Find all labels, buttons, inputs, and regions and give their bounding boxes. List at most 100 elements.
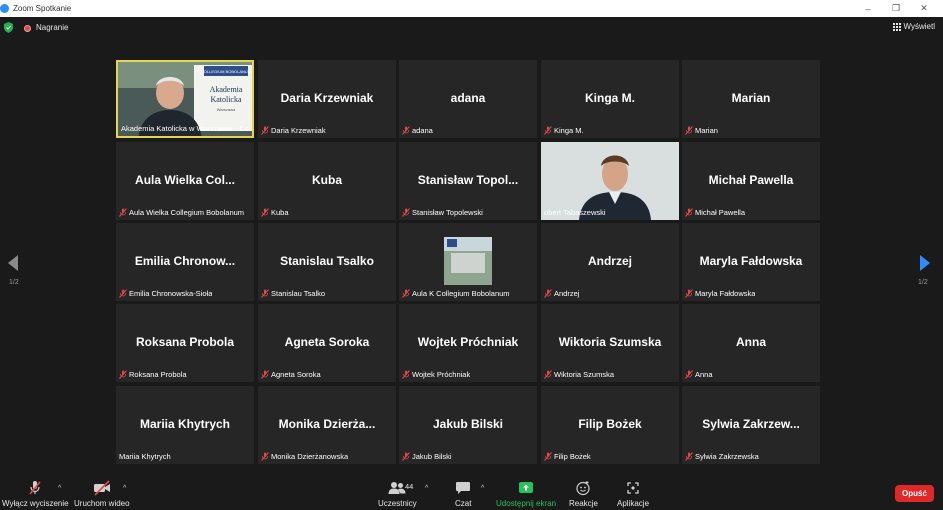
participants-options-caret-icon[interactable]: ^	[425, 485, 428, 492]
audio-options-caret-icon[interactable]: ^	[58, 485, 61, 492]
participant-tile[interactable]: Roksana Probola Roksana Probola	[116, 304, 254, 382]
participant-name: Akademia Katolicka w Warszawie - Co...	[121, 124, 254, 133]
participant-tile[interactable]: Maryla Fałdowska Maryla Fałdowska	[682, 223, 820, 301]
participant-tile[interactable]: adana adana	[399, 60, 537, 138]
participant-tile[interactable]: Anna Anna	[682, 304, 820, 382]
muted-microphone-icon	[685, 126, 693, 135]
apps-button[interactable]: Aplikacje	[617, 480, 649, 508]
participant-name: Filip Bożek	[554, 452, 591, 461]
participant-tile[interactable]: Agneta Soroka Agneta Soroka	[258, 304, 396, 382]
participant-name-caption: Stanislau Tsalko	[261, 289, 325, 298]
participant-name-caption: Akademia Katolicka w Warszawie - Co...	[121, 124, 254, 133]
participant-tile[interactable]: Sylwia Zakrzew... Sylwia Zakrzewska	[682, 386, 820, 464]
participant-display-name: Roksana Probola	[135, 335, 235, 349]
participant-tile[interactable]: Jakub Bilski Jakub Bilski	[399, 386, 537, 464]
minimize-icon[interactable]: –	[854, 0, 882, 17]
muted-microphone-icon	[402, 289, 410, 298]
participant-name-caption: Jakub Bilski	[402, 452, 452, 461]
svg-text:Akademia: Akademia	[210, 85, 243, 94]
meeting-topbar	[0, 17, 943, 39]
participant-name: Jakub Bilski	[412, 452, 452, 461]
participant-display-name: Anna	[736, 335, 766, 349]
participant-name-caption: Maryla Fałdowska	[685, 289, 755, 298]
shield-icon[interactable]	[4, 22, 13, 33]
participant-name-caption: obert Tabaszewski	[544, 208, 606, 217]
muted-microphone-icon	[119, 370, 127, 379]
video-options-caret-icon[interactable]: ^	[123, 485, 126, 492]
participant-name-caption: Monika Dzierżanowska	[261, 452, 348, 461]
muted-microphone-icon	[261, 370, 269, 379]
muted-microphone-icon	[119, 208, 127, 217]
participant-tile[interactable]: Kuba Kuba	[258, 142, 396, 220]
svg-text:Warszawa: Warszawa	[217, 107, 236, 112]
participant-tile[interactable]: Aula K Collegium Bobolanum	[399, 223, 537, 301]
participant-name-caption: Kuba	[261, 208, 289, 217]
participant-tile[interactable]: Stanisław Topol... Stanisław Topolewski	[399, 142, 537, 220]
participant-name-caption: Anna	[685, 370, 713, 379]
next-page-arrow-icon[interactable]	[920, 255, 930, 271]
participant-tile[interactable]: Daria Krzewniak Daria Krzewniak	[258, 60, 396, 138]
participant-tile[interactable]: Emilia Chronow... Emilia Chronowska-Sioła	[116, 223, 254, 301]
chat-button[interactable]: Czat	[455, 480, 471, 508]
participant-display-name: Michał Pawella	[708, 173, 794, 187]
previous-page-arrow-icon[interactable]	[8, 255, 18, 271]
window-titlebar: Zoom Spotkanie – ❐ ✕	[0, 0, 943, 17]
participant-name: Monika Dzierżanowska	[271, 452, 349, 461]
zoom-app-icon	[0, 4, 9, 13]
participant-tile[interactable]: Mariia Khytrych Mariia Khytrych	[116, 386, 254, 464]
grid-view-icon	[892, 22, 901, 31]
participant-tile[interactable]: Michał Pawella Michał Pawella	[682, 142, 820, 220]
participant-tile[interactable]: Wojtek Próchniak Wojtek Próchniak	[399, 304, 537, 382]
participant-name-caption: Sylwia Zakrzewska	[685, 452, 759, 461]
participant-display-name: Wojtek Próchniak	[417, 335, 519, 349]
participant-name-caption: Andrzej	[544, 289, 579, 298]
participant-name: Kuba	[271, 208, 289, 217]
muted-microphone-icon	[544, 126, 552, 135]
start-video-button[interactable]: Uruchom wideo	[74, 480, 130, 508]
participant-name-caption: Emilia Chronowska-Sioła	[119, 289, 212, 298]
participant-display-name: Kinga M.	[585, 91, 635, 105]
maximize-icon[interactable]: ❐	[882, 0, 910, 17]
participant-display-name: Stanisław Topol...	[417, 173, 519, 187]
participant-name-caption: Aula Wielka Collegium Bobolanum	[119, 208, 244, 217]
participant-tile[interactable]: Stanislau Tsalko Stanislau Tsalko	[258, 223, 396, 301]
participant-name: Kinga M.	[554, 126, 584, 135]
view-label: Wyświetl	[903, 22, 935, 31]
muted-microphone-icon	[261, 452, 269, 461]
participant-name: Aula K Collegium Bobolanum	[412, 289, 510, 298]
participant-tile[interactable]: Aula Wielka Col... Aula Wielka Collegium …	[116, 142, 254, 220]
recording-label[interactable]: Nagranie	[36, 23, 68, 32]
participant-tile[interactable]: Monika Dzierża... Monika Dzierżanowska	[258, 386, 396, 464]
apps-icon	[627, 482, 639, 494]
chat-label: Czat	[455, 499, 472, 508]
reactions-button[interactable]: Reakcje	[569, 480, 598, 508]
participant-display-name: Filip Bożek	[578, 417, 642, 431]
start-video-label: Uruchom wideo	[74, 499, 130, 508]
muted-microphone-icon	[402, 452, 410, 461]
participant-name-caption: Marian	[685, 126, 718, 135]
video-off-icon	[93, 480, 110, 496]
participant-name-caption: Michał Pawella	[685, 208, 745, 217]
participant-name: Anna	[695, 370, 713, 379]
participant-name-caption: Stanisław Topolewski	[402, 208, 483, 217]
recording-icon	[24, 25, 31, 32]
share-screen-button[interactable]: Udostępnij ekran	[496, 480, 556, 508]
reactions-label: Reakcje	[569, 499, 598, 508]
page-indicator-left: 1/2	[9, 279, 19, 286]
participant-display-name: Marian	[731, 91, 771, 105]
participant-tile[interactable]: Wiktoria Szumska Wiktoria Szumska	[541, 304, 679, 382]
participant-display-name: Maryla Fałdowska	[699, 254, 803, 268]
participant-tile[interactable]: obert Tabaszewski	[541, 142, 679, 220]
participant-tile[interactable]: Marian Marian	[682, 60, 820, 138]
participant-tile[interactable]: Kinga M. Kinga M.	[541, 60, 679, 138]
participants-count: 44	[405, 482, 414, 491]
participant-name-caption: Agneta Soroka	[261, 370, 321, 379]
participant-display-name: Emilia Chronow...	[134, 254, 236, 268]
close-icon[interactable]: ✕	[910, 0, 938, 17]
view-button[interactable]: Wyświetl	[892, 22, 935, 31]
leave-button[interactable]: Opuść	[895, 485, 934, 502]
participant-tile[interactable]: COLLEGIUM BOBOLANUM Akademia Katolicka Wars…	[116, 60, 254, 138]
chat-options-caret-icon[interactable]: ^	[481, 485, 484, 492]
participant-tile[interactable]: Filip Bożek Filip Bożek	[541, 386, 679, 464]
participant-tile[interactable]: Andrzej Andrzej	[541, 223, 679, 301]
